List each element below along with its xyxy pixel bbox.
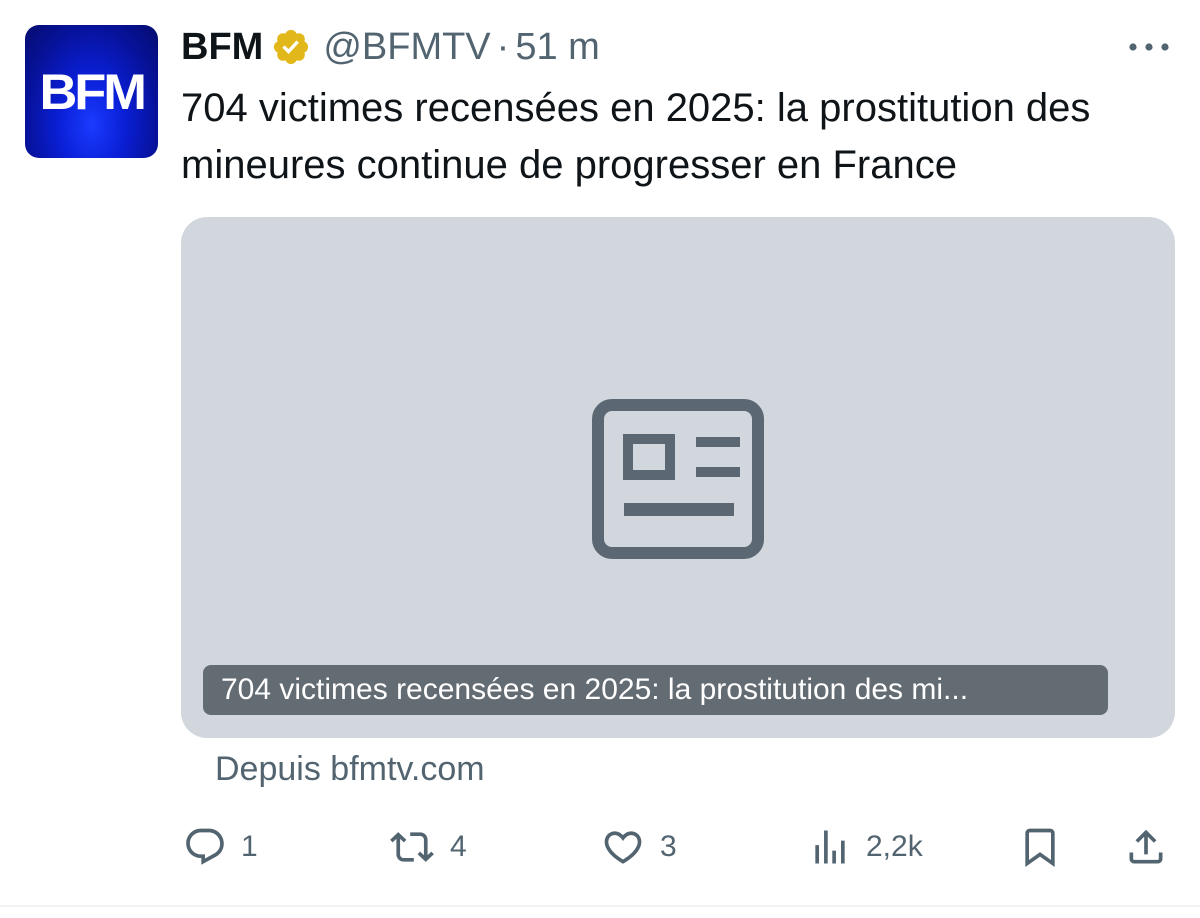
author-name[interactable]: BFM [181,26,263,69]
verified-badge-icon[interactable] [271,27,311,67]
tweet-text: 704 victimes recensées en 2025: la prost… [181,86,1091,187]
like-count: 3 [660,830,677,863]
avatar-logo-text: BFM [39,63,146,120]
bookmark-icon [1025,828,1055,868]
retweet-count: 4 [450,830,467,863]
card-title: 704 victimes recensées en 2025: la prost… [203,665,1108,715]
article-icon [592,399,764,559]
share-button[interactable] [1124,822,1168,872]
author-handle[interactable]: @BFMTV [323,26,490,69]
bookmark-button[interactable] [1018,822,1062,872]
separator-dot: · [496,25,510,68]
link-card[interactable]: 704 victimes recensées en 2025: la prost… [181,217,1175,738]
retweet-button[interactable]: 4 [388,822,467,872]
avatar[interactable]: BFM [25,25,158,158]
like-button[interactable]: 3 [600,822,677,872]
divider [0,905,1200,907]
retweet-icon [390,832,434,862]
heart-icon [604,831,642,864]
tweet-header: BFM @BFMTV · 51 m [181,22,600,72]
reply-count: 1 [241,830,258,863]
tweet[interactable]: BFM BFM @BFMTV · 51 m 704 victimes recen… [0,0,1200,918]
reply-button[interactable]: 1 [183,822,258,872]
views-count: 2,2k [866,830,923,863]
tweet-timestamp[interactable]: 51 m [515,26,599,69]
views-button[interactable]: 2,2k [808,822,923,872]
reply-icon [186,828,224,865]
card-source[interactable]: Depuis bfmtv.com [215,750,485,789]
views-icon [815,830,845,864]
more-options-icon[interactable] [1122,36,1176,58]
share-icon [1129,829,1163,864]
action-bar: 1 4 3 2,2k [0,822,1200,872]
